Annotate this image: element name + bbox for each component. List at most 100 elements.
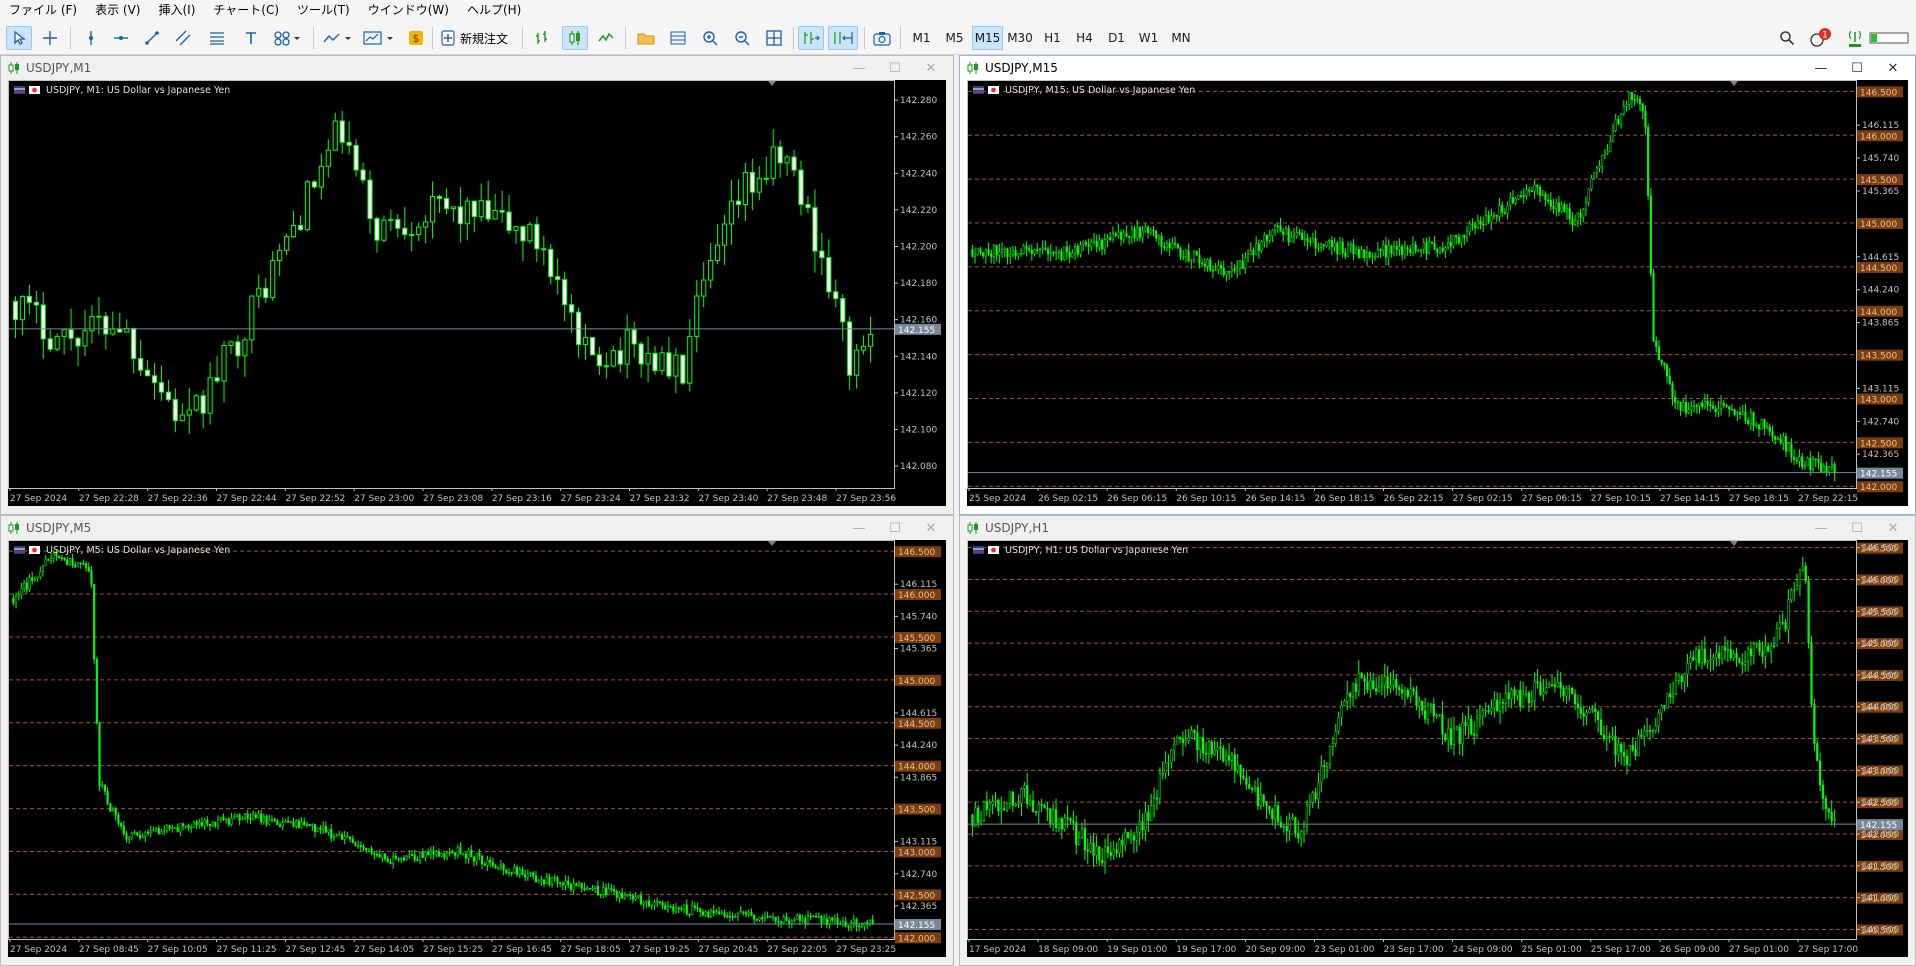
channel-button[interactable] [172,26,194,50]
price-chart[interactable]: 146.500 146.000 145.500 145.000 144.500 144.0… [8,540,946,957]
menu-insert[interactable]: 挿入(I) [149,0,204,21]
close-button[interactable]: ✕ [1875,56,1911,80]
timeframe-d1[interactable]: D1 [1101,26,1132,50]
candle-body [645,352,651,365]
candle-body [583,887,586,891]
window-titlebar[interactable]: USDJPY,M15 — ☐ ✕ [960,56,1915,80]
candle-body [1660,705,1663,714]
minimize-button[interactable]: — [1803,56,1839,80]
text-tool-button[interactable] [240,26,262,50]
candle-body [1187,737,1190,741]
close-button[interactable]: ✕ [913,56,949,80]
candle-body [300,821,303,828]
price-chart[interactable]: 146.500 146.000 145.500 145.000 144.500 144.0… [967,540,1908,957]
candle-body [1043,804,1046,809]
candle-body [532,872,535,877]
close-button[interactable]: ✕ [1875,516,1911,540]
price-chart[interactable]: 146.500 146.000 145.500 145.000 144.500 144.0… [967,80,1908,506]
minimize-button[interactable]: — [841,516,877,540]
maximize-button[interactable]: ☐ [1839,516,1875,540]
timeframe-h1[interactable]: H1 [1037,26,1068,50]
candle-body [721,223,728,246]
screenshot-button[interactable] [870,26,894,50]
timeframe-m5[interactable]: M5 [939,26,970,50]
close-button[interactable]: ✕ [913,516,949,540]
chart-window[interactable]: USDJPY,M1 — ☐ ✕ 142.280 142.260 142.240 142.220… [0,55,954,515]
chart-window[interactable]: USDJPY,H1 — ☐ ✕ 146.500 146.000 145.500 145.000… [959,515,1916,966]
algo-trading-button[interactable]: $ [405,26,427,50]
candle-body [1262,794,1265,802]
candle-body [728,200,735,225]
candle-body [273,819,276,821]
window-titlebar[interactable]: USDJPY,H1 — ☐ ✕ [960,516,1915,540]
candle-body [1771,431,1774,437]
shapes-dropdown-button[interactable] [270,26,306,50]
candle-body [782,916,785,923]
templates-dropdown-button[interactable] [360,26,400,50]
zoom-in-button[interactable] [698,26,722,50]
window-titlebar[interactable]: USDJPY,M1 — ☐ ✕ [1,56,953,80]
menu-charts[interactable]: チャート(C) [204,0,288,21]
timeframe-h4[interactable]: H4 [1069,26,1100,50]
menu-tools[interactable]: ツール(T) [288,0,359,21]
timeframe-m1[interactable]: M1 [906,26,937,50]
fibonacci-button[interactable] [206,26,228,50]
candle-body [1718,652,1721,659]
candle-body [1063,817,1066,830]
candle-body [1622,106,1625,115]
open-folder-button[interactable] [634,26,658,50]
chart-shift-button[interactable] [828,26,858,50]
maximize-button[interactable]: ☐ [1839,56,1875,80]
candlestick-button[interactable] [562,26,588,50]
crosshair-button[interactable] [38,26,62,50]
candle-body [841,921,845,924]
candle-body [1764,645,1767,657]
new-order-button[interactable]: 新規注文 [440,26,508,50]
candle-body [1821,784,1825,799]
timeframe-w1[interactable]: W1 [1133,26,1164,50]
depth-of-market-button[interactable] [666,26,690,50]
timeframe-mn[interactable]: MN [1164,26,1198,50]
line-chart-button[interactable] [594,26,618,50]
price-chart[interactable]: 142.280 142.260 142.240 142.220 142.200 142.1… [8,80,946,506]
chart-window[interactable]: USDJPY,M5 — ☐ ✕ 146.500 146.000 145.500 145.000… [0,515,954,966]
tile-windows-button[interactable] [762,26,786,50]
chart-window[interactable]: USDJPY,M15 — ☐ ✕ 146.500 146.000 145.500 145.00… [959,55,1916,515]
menu-window[interactable]: ウインドウ(W) [359,0,458,21]
candle-body [130,832,133,838]
zoom-out-button[interactable] [730,26,754,50]
timeframe-m15[interactable]: M15 [972,26,1003,50]
candle-body [1157,235,1160,239]
candle-body [1129,835,1133,839]
candle-body [1807,580,1810,644]
timeframe-m30[interactable]: M30 [1003,26,1037,50]
signal-strength-button[interactable] [1844,26,1866,50]
bar-chart-button[interactable] [530,26,554,50]
menu-help[interactable]: ヘルプ(H) [458,0,530,21]
candle-body [1392,246,1396,254]
cursor-tool-button[interactable] [6,26,32,50]
menu-file[interactable]: ファイル (F) [0,0,86,21]
candle-body [867,333,874,347]
indicators-dropdown-button[interactable] [320,26,358,50]
window-titlebar[interactable]: USDJPY,M5 — ☐ ✕ [1,516,953,540]
menu-view[interactable]: 表示 (V) [86,0,149,21]
time-axis-label: 27 Sep 22:05 [767,945,827,955]
trendline-button[interactable] [141,26,163,50]
horizontal-line-button[interactable] [110,26,132,50]
search-button[interactable] [1776,26,1798,50]
candle-body [1084,241,1087,245]
candle-body [1052,809,1055,824]
candle-body [1628,92,1631,105]
candle-body [793,918,796,921]
maximize-button[interactable]: ☐ [877,56,913,80]
vertical-line-button[interactable] [80,26,102,50]
minimize-button[interactable]: — [1803,516,1839,540]
autoscroll-button[interactable] [798,26,824,50]
minimize-button[interactable]: — [841,56,877,80]
channel-icon [175,30,191,46]
maximize-button[interactable]: ☐ [877,516,913,540]
notifications-button[interactable]: 1 [1808,26,1836,50]
time-axis-label: 26 Sep 18:15 [1314,494,1374,504]
candle-body [172,399,178,422]
